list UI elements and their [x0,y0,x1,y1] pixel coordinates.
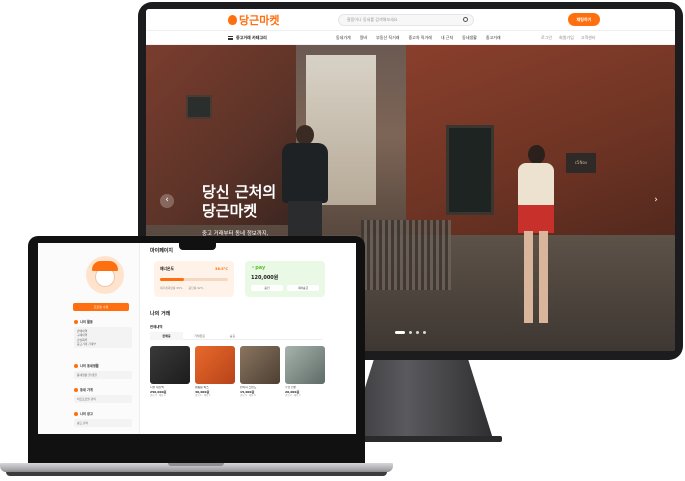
imac-stand [348,358,494,442]
sidebar-item[interactable]: 중고거래 가계부 [77,342,129,346]
avatar[interactable] [86,256,124,294]
sidebar-section-activity: 나의 활동 [74,319,93,324]
carousel-next-button[interactable]: › [649,194,663,208]
sidebar-item[interactable]: 동네생활 글/댓글 [77,373,129,377]
search-placeholder: 물품이나 동네를 검색해보세요 [347,17,398,22]
product-meta: 관심 4 · 채팅 0 [240,394,256,397]
tab-selling[interactable]: 판매중 [150,332,183,340]
section-dot-icon [74,387,78,392]
chevron-left-icon: ‹ [165,195,169,205]
hero-title: 당신 근처의 당근마켓 [202,183,277,220]
product-card[interactable]: 수납 선반 20,000원 관심 2 · 채팅 1 [285,346,325,406]
manner-bar [160,278,228,281]
sales-grid: 디올 새들백 250,000원 관심 3 · 채팅 2 캠핑용 박스 30,00… [150,346,325,406]
sidebar-item[interactable]: 비즈프로필 관리 [77,397,129,401]
product-meta: 관심 3 · 채팅 2 [150,394,166,397]
chat-button[interactable]: 채팅하기 [568,13,600,26]
laptop-base-groove [168,463,224,466]
manner-stats: 재거래희망률 95% 응답률 92% [160,286,203,290]
nav-link[interactable]: 중고차 직거래 [408,35,431,41]
laptop-base-shadow [6,472,387,476]
tab-completed[interactable]: 거래완료 [183,332,216,340]
subsection-title: 판매내역 [150,325,163,329]
product-meta: 관심 1 · 채팅 1 [195,394,211,397]
sidebar-item[interactable]: 광고 관리 [77,421,129,425]
carrot-logo-icon [228,15,237,25]
product-card[interactable]: 빈티지 스탠드 15,000원 관심 4 · 채팅 0 [240,346,280,406]
pay-balance: 120,000원 [251,275,279,281]
nav-utility: 로그인 회원가입 고객센터 [541,35,596,41]
carousel-indicator [395,331,426,334]
product-meta: 관심 2 · 채팅 1 [285,394,301,397]
hero-photo-door [446,125,494,215]
laptop-notch [179,243,216,250]
site-nav: 중고거래 카테고리 동네가게 알바 부동산 직거래 중고차 직거래 내 근처 동… [146,31,675,45]
mypage-sidebar: 프로필 수정 나의 활동 판매내역 구매내역 관심목록 중고거래 가계부 나의 … [38,243,140,434]
sidebar-section-ads: 나의 광고 [74,411,93,416]
sales-tabs: 판매중 거래완료 숨김 [150,332,322,340]
device-mockup-stage: 당근마켓 물품이나 동네를 검색해보세요 채팅하기 중고거래 카테고리 동네가게… [0,0,685,481]
product-thumbnail [240,346,280,384]
section-title: 나의 거래 [150,311,171,317]
hero-photo-fence [361,220,451,290]
manner-stat: 응답률 92% [188,286,204,290]
nav-link[interactable]: 부동산 직거래 [376,35,399,41]
section-dot-icon [74,319,78,324]
nav-link[interactable]: 동네생활 [462,35,477,41]
manner-label: 매너온도 [160,266,174,271]
nav-link[interactable]: 동네가게 [336,35,351,41]
sidebar-community-list: 동네생활 글/댓글 [74,371,132,380]
tab-hidden[interactable]: 숨김 [216,332,249,340]
nav-link[interactable]: 내 근처 [441,35,453,41]
section-dot-icon [74,363,78,368]
pay-transfer-button[interactable]: 계좌송금 [287,285,319,291]
pay-charge-button[interactable]: 충전 [251,285,283,291]
pay-label: ⚬pay [251,265,266,271]
sidebar-ads-list: 광고 관리 [74,419,132,428]
mypage-main: 마이페이지 매너온도 36.5°C 재거래희망률 95% 응답률 92% ⚬pa… [148,243,356,434]
sidebar-section-community: 나의 동네생활 [74,363,99,368]
avatar-cap [92,261,118,271]
carousel-dot[interactable] [409,331,412,334]
carousel-dot[interactable] [423,331,426,334]
manner-stat: 재거래희망률 95% [160,286,183,290]
nav-link[interactable]: 알바 [360,35,367,41]
login-link[interactable]: 로그인 [541,35,552,41]
category-menu[interactable]: 중고거래 카테고리 [228,35,267,41]
product-card[interactable]: 캠핑용 박스 30,000원 관심 1 · 채팅 1 [195,346,235,406]
logo-text: 당근마켓 [239,14,280,27]
hero-photo-sign: c5Nov [566,153,596,173]
chevron-right-icon: › [654,195,658,205]
pay-card: ⚬pay 120,000원 충전 계좌송금 [245,261,325,297]
nav-link[interactable]: 중고거래 [486,35,501,41]
product-thumbnail [285,346,325,384]
carousel-prev-button[interactable]: ‹ [160,194,174,208]
search-icon[interactable] [463,17,468,22]
carousel-dot[interactable] [395,331,405,334]
sidebar-store-list: 비즈프로필 관리 [74,395,132,404]
signup-link[interactable]: 회원가입 [559,35,574,41]
hero-photo-window [186,95,212,119]
product-card[interactable]: 디올 새들백 250,000원 관심 3 · 채팅 2 [150,346,190,406]
help-link[interactable]: 고객센터 [581,35,596,41]
page-title: 마이페이지 [150,248,174,254]
nav-links: 동네가게 알바 부동산 직거래 중고차 직거래 내 근처 동네생활 중고거래 [336,35,501,41]
carousel-dot[interactable] [416,331,419,334]
hamburger-icon [228,36,233,40]
manner-bar-fill [160,278,185,281]
laptop-screen: 프로필 수정 나의 활동 판매내역 구매내역 관심목록 중고거래 가계부 나의 … [38,243,356,434]
sidebar-section-store: 동네 가게 [74,387,93,392]
manner-card: 매너온도 36.5°C 재거래희망률 95% 응답률 92% [154,261,234,297]
search-input[interactable]: 물품이나 동네를 검색해보세요 [338,14,474,26]
product-thumbnail [150,346,190,384]
site-header: 당근마켓 물품이나 동네를 검색해보세요 채팅하기 [146,9,675,31]
manner-value: 36.5°C [215,267,228,271]
sidebar-activity-list: 판매내역 구매내역 관심목록 중고거래 가계부 [74,327,132,349]
category-menu-label: 중고거래 카테고리 [236,35,267,40]
edit-profile-button[interactable]: 프로필 수정 [73,303,129,311]
section-dot-icon [74,411,78,416]
product-thumbnail [195,346,235,384]
site-logo[interactable]: 당근마켓 [228,12,279,28]
hero-photo-person-woman [506,145,566,330]
